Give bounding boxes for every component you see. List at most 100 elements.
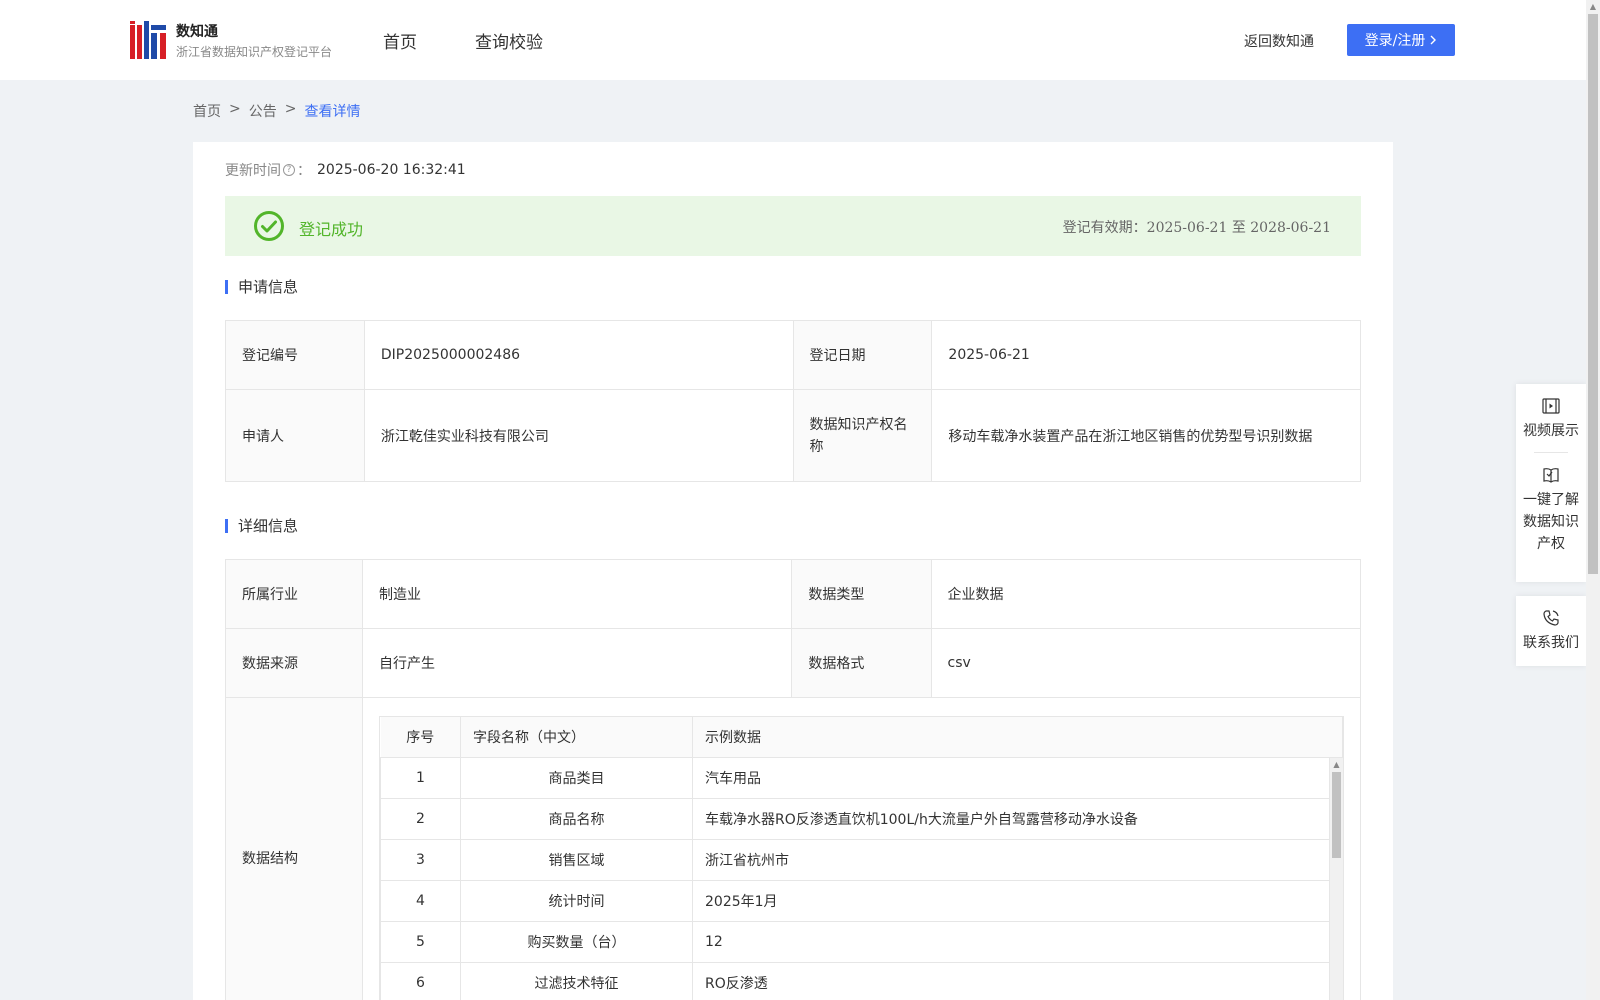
cell-sample: 浙江省杭州市 xyxy=(692,839,1343,881)
cell-index: 1 xyxy=(380,757,461,799)
apply-info-table: 登记编号 DIP2025000002486 登记日期 2025-06-21 申请… xyxy=(225,320,1361,482)
update-time-value: 2025-06-20 16:32:41 xyxy=(317,162,466,178)
cell-sample: RO反渗透 xyxy=(692,962,1343,1000)
cell-index: 3 xyxy=(380,839,461,881)
data-structure-table: 序号 字段名称（中文） 示例数据 1 商品类目 汽车用品 2 商品名称 车载净水器RO反渗… xyxy=(380,716,1343,1000)
col-header-sample: 示例数据 xyxy=(692,716,1343,758)
side-float-contact-panel: 联系我们 xyxy=(1516,596,1586,666)
validity-label: 登记有效期： xyxy=(1062,220,1147,236)
update-time-row: 更新时间 ? ： 2025-06-20 16:32:41 xyxy=(225,160,466,180)
table-row: 登记编号 DIP2025000002486 登记日期 2025-06-21 xyxy=(225,320,1361,390)
label-data-structure: 数据结构 xyxy=(225,697,363,1000)
data-structure-scroll-area[interactable]: 序号 字段名称（中文） 示例数据 1 商品类目 汽车用品 2 商品名称 车载净水器RO反渗… xyxy=(379,715,1344,1000)
table-row: 4 统计时间 2025年1月 xyxy=(380,880,1343,922)
question-icon[interactable]: ? xyxy=(283,164,295,176)
table-row: 5 购买数量（台） 12 xyxy=(380,921,1343,963)
book-icon xyxy=(1543,468,1559,483)
status-banner: 登记成功 登记有效期：2025-06-21 至 2028-06-21 xyxy=(225,196,1361,256)
label-data-format: 数据格式 xyxy=(791,628,932,698)
table-header-row: 序号 字段名称（中文） 示例数据 xyxy=(380,716,1343,758)
page-scrollbar-thumb[interactable] xyxy=(1588,14,1598,574)
top-header: 数知通 浙江省数据知识产权登记平台 首页 查询校验 返回数知通 登录/注册 xyxy=(0,0,1586,80)
cell-sample: 2025年1月 xyxy=(692,880,1343,922)
label-ip-name: 数据知识产权名称 xyxy=(792,389,933,482)
cell-index: 4 xyxy=(380,880,461,922)
login-register-button[interactable]: 登录/注册 xyxy=(1347,24,1455,56)
value-reg-no: DIP2025000002486 xyxy=(363,320,794,390)
value-applicant: 浙江乾佳实业科技有限公司 xyxy=(363,389,794,482)
label-data-source: 数据来源 xyxy=(225,628,363,698)
side-item-label: 联系我们 xyxy=(1523,635,1579,651)
side-item-learn[interactable]: 一键了解数据知识产权 xyxy=(1516,453,1586,555)
value-ip-name: 移动车载净水装置产品在浙江地区销售的优势型号识别数据 xyxy=(931,389,1361,482)
scroll-up-arrow-icon[interactable]: ▲ xyxy=(1330,758,1343,772)
breadcrumb-separator: > xyxy=(229,101,241,117)
table-row: 6 过滤技术特征 RO反渗透 xyxy=(380,962,1343,1000)
breadcrumb-announcement[interactable]: 公告 xyxy=(249,101,277,121)
col-header-field-name: 字段名称（中文） xyxy=(460,716,693,758)
login-button-label: 登录/注册 xyxy=(1364,33,1426,49)
breadcrumb-separator: > xyxy=(284,101,297,117)
table-row: 所属行业 制造业 数据类型 企业数据 xyxy=(225,559,1362,629)
back-link[interactable]: 返回数知通 xyxy=(1244,31,1314,51)
data-structure-cell: 序号 字段名称（中文） 示例数据 1 商品类目 汽车用品 2 商品名称 车载净水器RO反渗… xyxy=(362,697,1361,1000)
side-float-panel: 视频展示 一键了解数据知识产权 xyxy=(1516,384,1586,582)
data-structure-body: 1 商品类目 汽车用品 2 商品名称 车载净水器RO反渗透直饮机100L/h大流量户外自驾… xyxy=(380,757,1343,1000)
validity-period: 登记有效期：2025-06-21 至 2028-06-21 xyxy=(1063,217,1331,237)
col-header-index: 序号 xyxy=(380,716,461,758)
cell-field-name: 商品类目 xyxy=(460,757,693,799)
nav-query-verify[interactable]: 查询校验 xyxy=(475,28,543,53)
label-reg-no: 登记编号 xyxy=(225,320,365,390)
brand-name: 数知通 xyxy=(176,24,218,40)
value-data-format: csv xyxy=(930,628,1362,698)
phone-icon xyxy=(1543,610,1559,626)
table-row: 申请人 浙江乾佳实业科技有限公司 数据知识产权名称 移动车载净水装置产品在浙江地… xyxy=(225,389,1361,482)
nav-home[interactable]: 首页 xyxy=(383,28,417,53)
video-icon xyxy=(1542,398,1560,414)
value-data-type: 企业数据 xyxy=(930,559,1362,629)
section-title-apply: 申请信息 xyxy=(225,280,298,295)
label-reg-date: 登记日期 xyxy=(792,320,933,390)
validity-range: 2025-06-21 至 2028-06-21 xyxy=(1146,220,1331,236)
status-text: 登记成功 xyxy=(299,220,364,239)
side-item-label: 一键了解数据知识产权 xyxy=(1523,492,1579,552)
scroll-up-arrow-icon[interactable]: ▲ xyxy=(1586,0,1600,14)
breadcrumb: 首页 > 公告 > 查看详情 xyxy=(193,101,360,121)
cell-index: 5 xyxy=(380,921,461,963)
table-row: 1 商品类目 汽车用品 xyxy=(380,757,1343,799)
cell-sample: 12 xyxy=(692,921,1343,963)
logo-icon xyxy=(130,21,166,59)
inner-scrollbar-thumb[interactable] xyxy=(1332,771,1341,858)
update-time-label: 更新时间 xyxy=(225,163,281,179)
breadcrumb-current: 查看详情 xyxy=(304,104,361,120)
detail-info-table: 所属行业 制造业 数据类型 企业数据 数据来源 自行产生 数据格式 csv 数据… xyxy=(225,559,1362,1000)
table-row: 数据结构 序号 字段名称（中文） 示例数据 1 商品类目 汽车用品 2 商品名称 车载净水… xyxy=(225,697,1361,1000)
value-data-source: 自行产生 xyxy=(361,628,793,698)
label-applicant: 申请人 xyxy=(225,389,365,482)
value-industry: 制造业 xyxy=(361,559,793,629)
label-data-type: 数据类型 xyxy=(791,559,932,629)
page-scrollbar[interactable]: ▲ xyxy=(1586,0,1600,1000)
side-item-label: 视频展示 xyxy=(1523,423,1579,439)
table-row: 2 商品名称 车载净水器RO反渗透直饮机100L/h大流量户外自驾露营移动净水设备 xyxy=(380,798,1343,840)
cell-index: 6 xyxy=(380,962,461,1000)
update-time-colon: ： xyxy=(297,163,311,179)
table-row: 数据来源 自行产生 数据格式 csv xyxy=(225,628,1362,698)
label-industry: 所属行业 xyxy=(225,559,363,629)
side-item-contact[interactable]: 联系我们 xyxy=(1516,596,1586,654)
check-circle-icon xyxy=(254,211,284,241)
inner-scrollbar[interactable]: ▲ xyxy=(1329,757,1343,1000)
brand-subtitle: 浙江省数据知识产权登记平台 xyxy=(176,45,333,59)
side-item-video[interactable]: 视频展示 xyxy=(1516,384,1586,453)
breadcrumb-home[interactable]: 首页 xyxy=(193,101,221,121)
cell-field-name: 统计时间 xyxy=(460,880,693,922)
table-row: 3 销售区域 浙江省杭州市 xyxy=(380,839,1343,881)
section-title-detail: 详细信息 xyxy=(225,519,298,534)
cell-index: 2 xyxy=(380,798,461,840)
cell-sample: 汽车用品 xyxy=(692,757,1343,799)
cell-field-name: 销售区域 xyxy=(460,839,693,881)
cell-field-name: 商品名称 xyxy=(460,798,693,840)
detail-card: 更新时间 ? ： 2025-06-20 16:32:41 登记成功 登记有效期：… xyxy=(193,142,1393,1000)
cell-field-name: 购买数量（台） xyxy=(460,921,693,963)
value-reg-date: 2025-06-21 xyxy=(931,320,1361,390)
